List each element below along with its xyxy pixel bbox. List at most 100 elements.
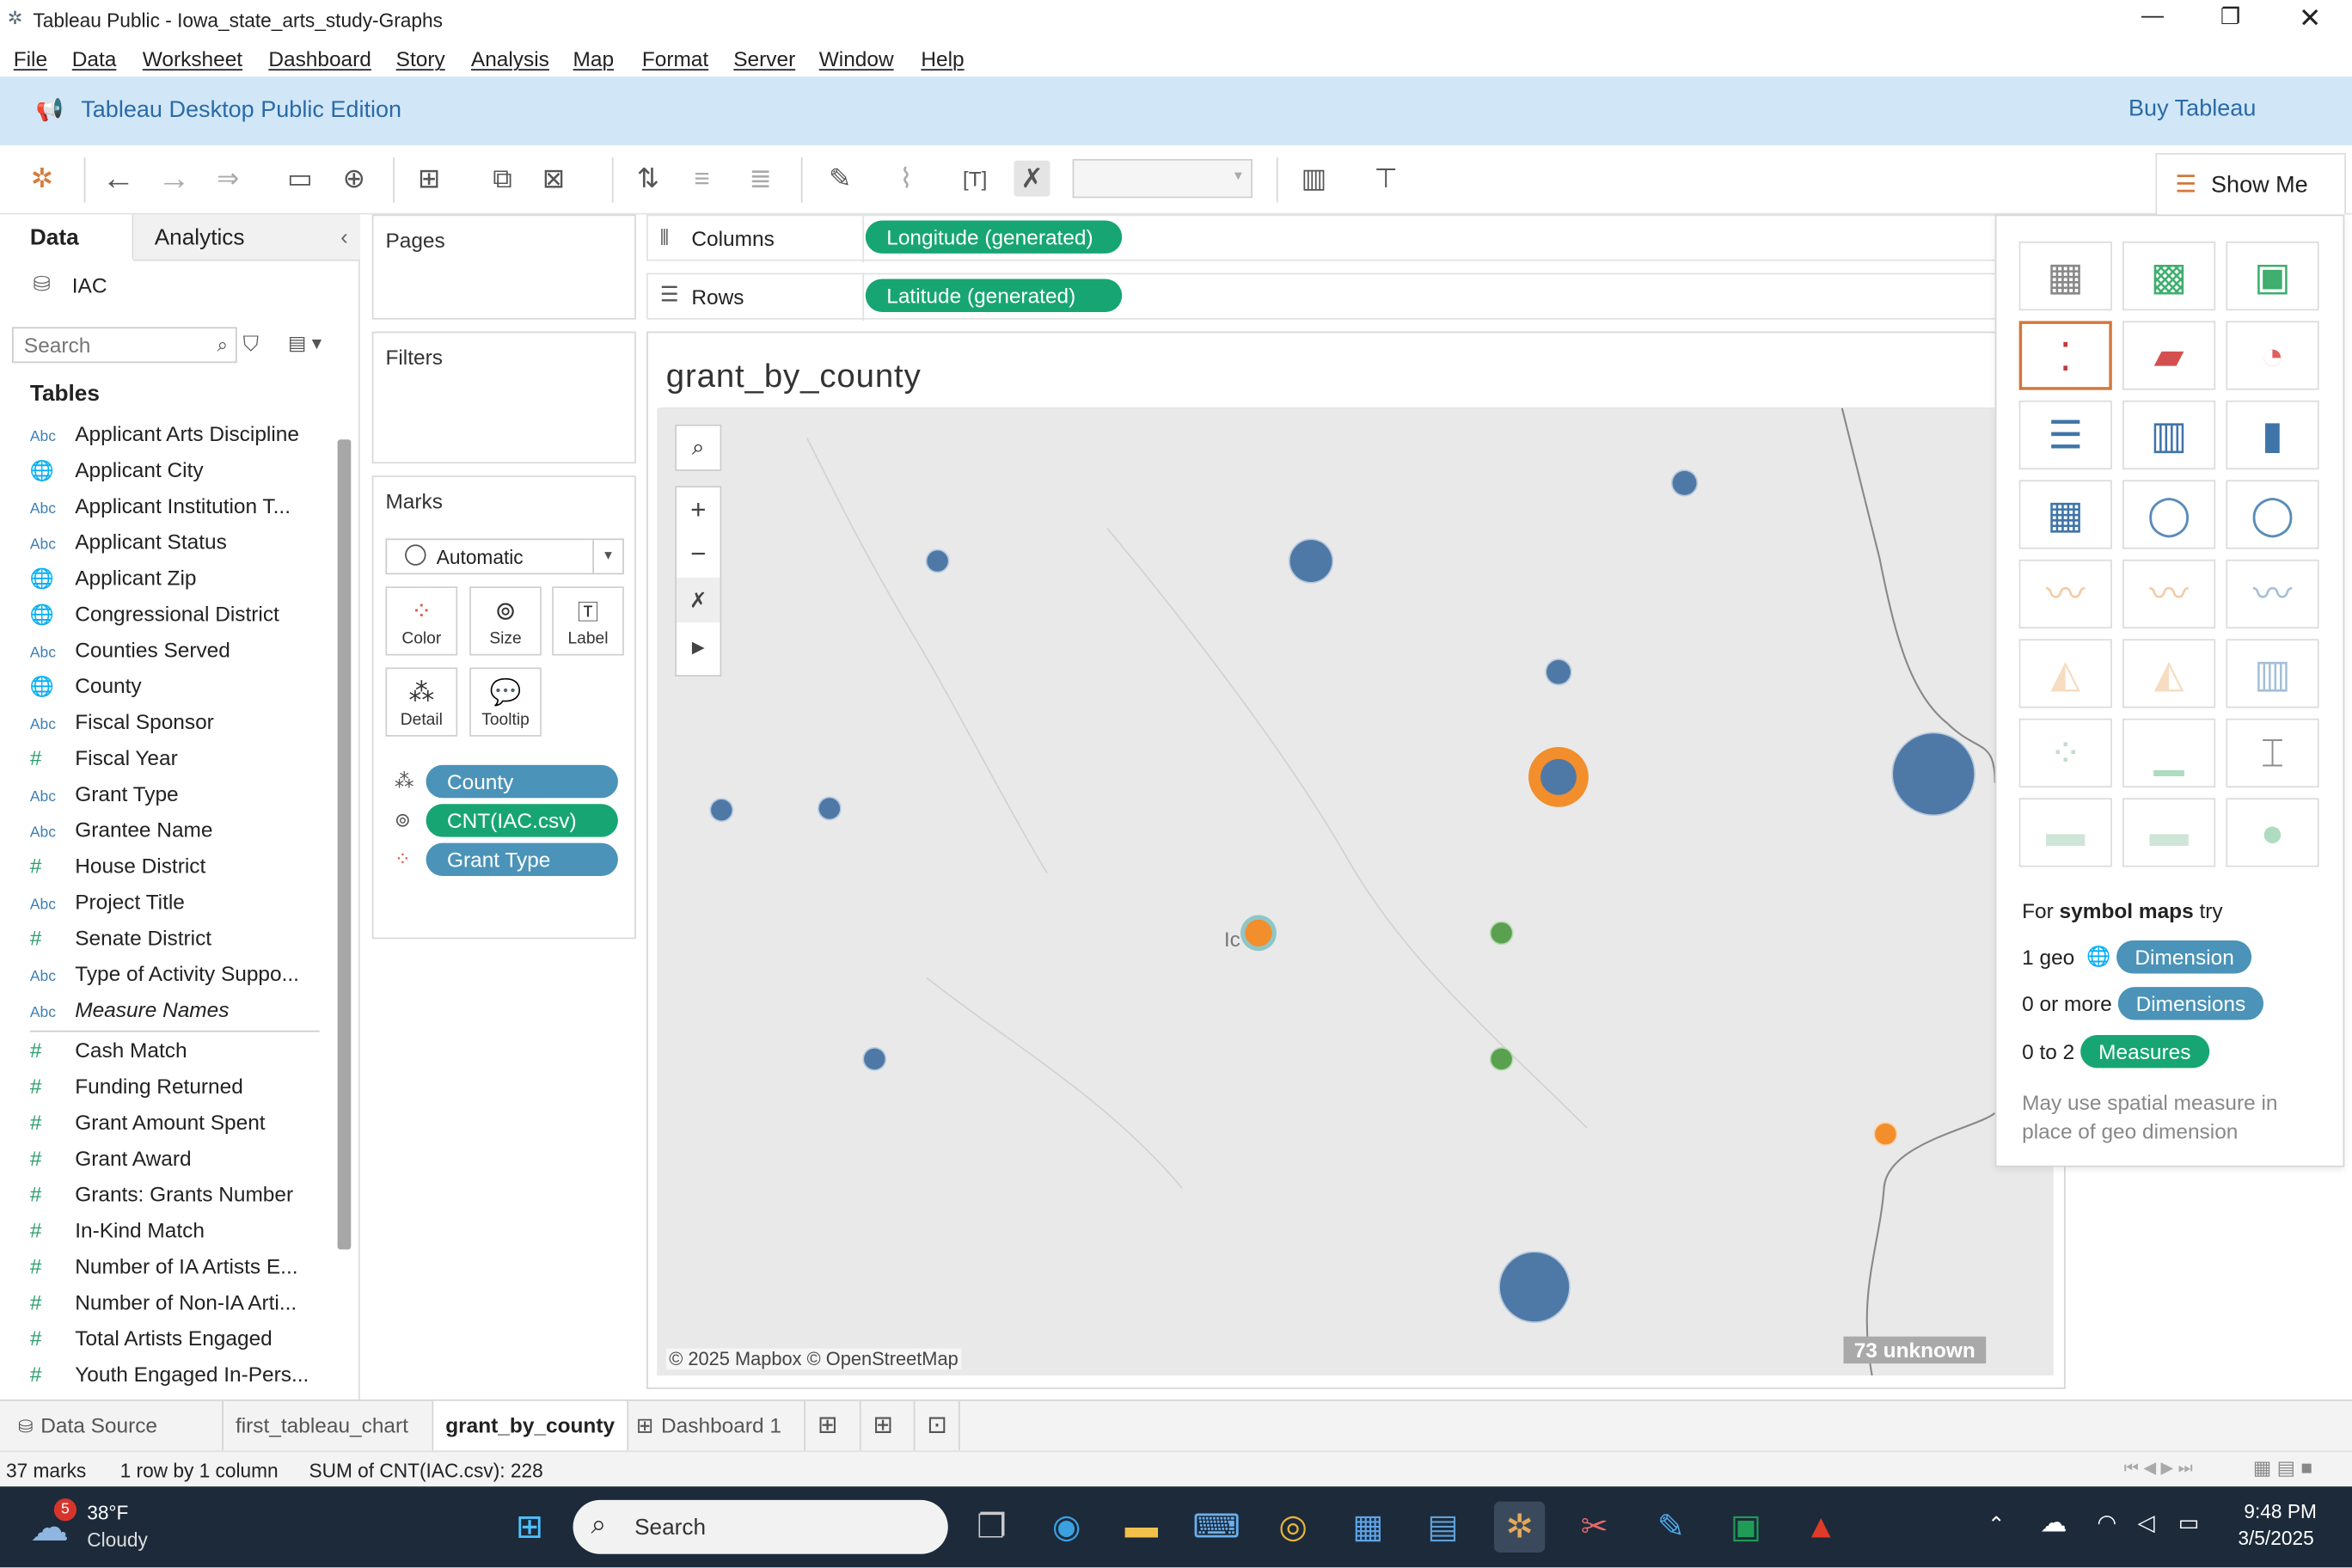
data-source-name[interactable]: IAC [72,273,107,297]
chrome-icon[interactable]: ◎ [1267,1502,1318,1553]
menu-dashboard[interactable]: Dashboard [268,46,371,70]
tab-data-source[interactable]: ⛁ Data Source [6,1401,169,1451]
stacked-bar-icon[interactable]: ▥ [2122,400,2216,470]
latitude-pill[interactable]: Latitude (generated) [865,279,1123,312]
menu-story[interactable]: Story [396,46,445,70]
pages-card[interactable]: Pages [371,214,636,320]
menu-file[interactable]: File [14,46,47,70]
new-data-source-icon[interactable]: ⊕ [336,161,372,197]
expand-toolbar-icon[interactable]: ▶ [677,622,720,673]
notepad-icon[interactable]: ▤ [1418,1502,1468,1553]
symbol-map-icon[interactable]: ⁚ [2018,321,2112,390]
map-mark[interactable] [925,548,950,573]
onedrive-icon[interactable]: ☁ [2040,1508,2067,1540]
packed-bubbles-icon[interactable]: ● [2226,798,2319,867]
longitude-pill[interactable]: Longitude (generated) [865,220,1123,254]
heat-map-icon[interactable]: ▩ [2122,241,2216,311]
dimension-field[interactable]: Abc Applicant Institution T... [30,491,291,521]
histogram-icon[interactable]: ▁ [2122,718,2216,788]
task-view-icon[interactable]: ❐ [966,1502,1017,1553]
mark-type-dropdown[interactable]: Automatic ▾ [385,538,624,575]
measure-field[interactable]: # In-Kind Match [30,1215,205,1245]
map-mark[interactable] [1489,921,1514,946]
chevron-up-icon[interactable]: ⌃ [1988,1512,2005,1538]
zoom-in-button[interactable]: + [677,487,720,532]
menu-server[interactable]: Server [733,46,795,70]
presentation-icon[interactable]: ⊤ [1368,161,1404,197]
columns-shelf[interactable]: ⫴ Columns Longitude (generated) [646,214,1997,263]
battery-icon[interactable]: ▭ [2178,1509,2200,1536]
scrollbar[interactable] [337,439,352,1250]
circle-view-icon[interactable]: ◯ [2122,480,2216,549]
tableau-taskbar-icon[interactable]: ✲ [1493,1501,1546,1553]
show-me-button[interactable]: ☰ Show Me [2155,152,2347,215]
sort-ascending-icon[interactable]: ≡ [684,161,720,197]
search-box[interactable]: ⌕ [11,327,237,364]
edge-icon[interactable]: ◉ [1041,1502,1092,1553]
file-explorer-icon[interactable]: ▬ [1116,1502,1167,1553]
filled-map-icon[interactable]: ▰ [2122,321,2216,390]
dimension-field[interactable]: Abc Project Title [30,886,185,916]
tableau-home-icon[interactable]: ✲ [24,161,60,197]
size-button[interactable]: ⊚ Size [469,586,542,656]
line-discrete-icon[interactable]: 〰 [2122,559,2216,629]
menu-format[interactable]: Format [642,46,708,70]
gantt-icon[interactable]: ▬ [2018,798,2112,867]
dimension-field[interactable]: 🌐 Applicant City [30,455,204,485]
label-button[interactable]: 🅃 Label [552,586,624,656]
measure-field[interactable]: # Cash Match [30,1035,187,1065]
dimension-field[interactable]: # Fiscal Year [30,743,178,773]
volume-icon[interactable]: ◁ [2137,1509,2154,1536]
group-icon[interactable]: ⌇ [888,161,924,197]
redo-icon[interactable]: → [156,160,192,197]
rows-shelf[interactable]: ☰ Rows Latitude (generated) [646,273,1997,322]
tab-analytics[interactable]: Analytics ‹ [133,214,360,261]
clear-sheet-icon[interactable]: ⊠ [536,161,572,197]
measure-field[interactable]: # Total Artists Engaged [30,1323,273,1353]
dimension-field[interactable]: Abc Applicant Status [30,526,227,556]
tab-grant-by-county[interactable]: grant_by_county [432,1400,628,1451]
duplicate-sheet-icon[interactable]: ⧉ [485,161,521,197]
clock-date[interactable]: 3/5/2025 [2238,1527,2313,1549]
tab-dashboard-1[interactable]: ⊞ Dashboard 1 [624,1401,793,1451]
tab-data[interactable]: Data [0,214,134,261]
map-mark[interactable] [1891,732,1976,817]
dimension-field[interactable]: Abc Fiscal Sponsor [30,707,214,737]
map-mark[interactable] [709,798,734,823]
remote-desktop-icon[interactable]: ⌨ [1191,1502,1241,1553]
treemap-icon[interactable]: ▦ [2018,480,2112,549]
snipping-tool-icon[interactable]: ✂ [1569,1502,1620,1553]
minimize-icon[interactable]: — [2130,3,2175,28]
map-mark[interactable] [817,796,842,821]
sheet-navigation-icon[interactable]: ⏮ ◀ ▶ ⏭ [2124,1458,2193,1479]
color-button[interactable]: ⁘ Color [385,586,458,656]
buy-tableau-link[interactable]: Buy Tableau [2128,96,2256,123]
restore-icon[interactable]: ❐ [2208,3,2252,30]
menu-help[interactable]: Help [921,46,964,70]
collapse-icon[interactable]: ‹ [340,215,348,261]
line-continuous-icon[interactable]: 〰 [2018,559,2112,629]
measure-field[interactable]: # Number of Non-IA Arti... [30,1287,297,1317]
measure-field[interactable]: # Number of IA Artists E... [30,1251,298,1281]
view-list-icon[interactable]: ▤ ▾ [288,332,322,356]
unknown-indicator[interactable]: 73 unknown [1843,1336,1987,1364]
map-search-button[interactable]: ⌕ [675,424,722,471]
dimension-field[interactable]: Abc Type of Activity Suppo... [30,959,299,989]
store-icon[interactable]: ▦ [1343,1502,1393,1553]
map-mark[interactable] [1288,538,1334,584]
acrobat-icon[interactable]: ▲ [1796,1502,1847,1553]
wifi-icon[interactable]: ◠ [2097,1509,2116,1536]
menu-window[interactable]: Window [819,46,894,70]
county-pill[interactable]: County [426,764,618,799]
dimension-field[interactable]: Abc Measure Names [30,995,230,1025]
new-worksheet-icon[interactable]: ⊞ [411,161,447,197]
horizontal-bar-icon[interactable]: ☰ [2018,400,2112,470]
replay-icon[interactable]: ⇒ [210,161,246,197]
dimension-field[interactable]: Abc Counties Served [30,634,230,665]
save-icon[interactable]: ▭ [282,161,318,197]
detail-button[interactable]: ⁂ Detail [385,667,458,737]
map-pin-icon[interactable]: ✗ [676,577,720,623]
taskbar-search[interactable]: ⌕ Search [573,1499,948,1554]
dimension-field[interactable]: Abc Grant Type [30,779,179,809]
swap-icon[interactable]: ⇅ [630,161,666,197]
